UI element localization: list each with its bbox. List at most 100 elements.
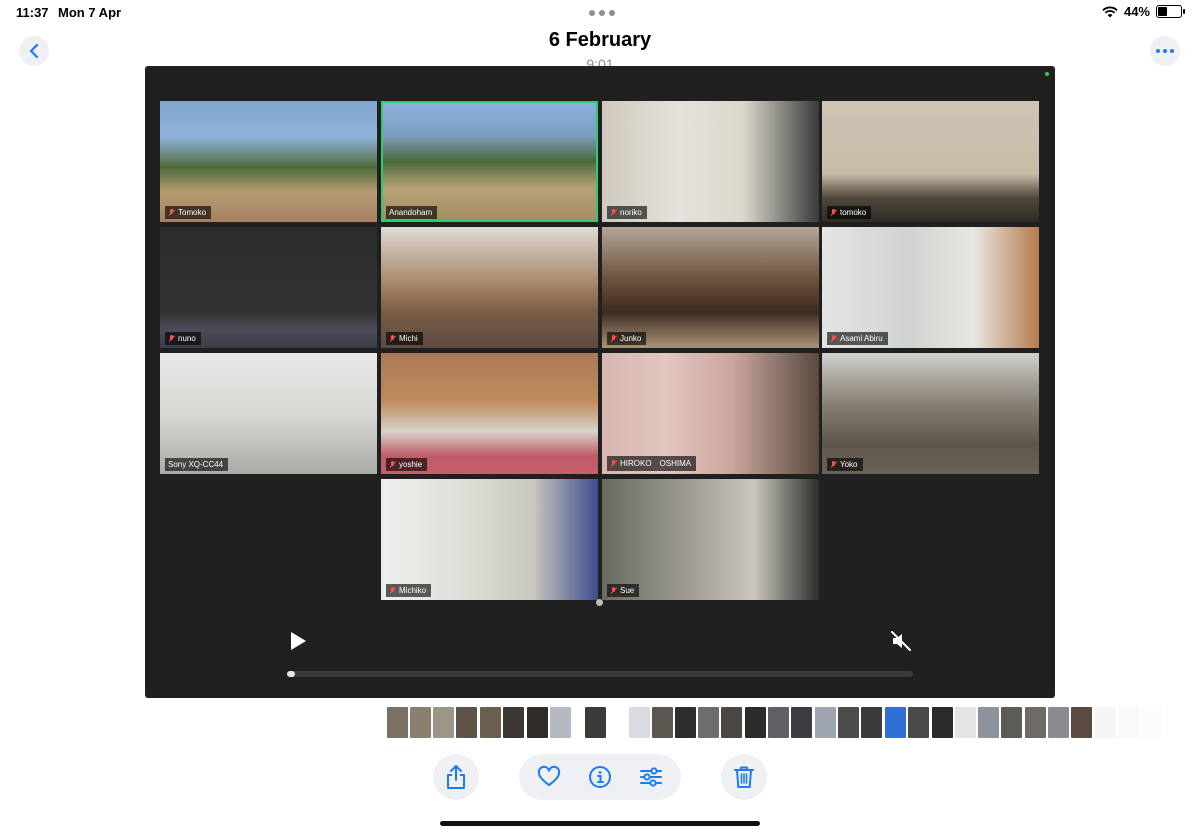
heart-icon — [537, 765, 561, 786]
filmstrip-thumbnail[interactable] — [885, 707, 906, 738]
filmstrip-thumbnail[interactable] — [1141, 707, 1162, 738]
filmstrip-thumbnail[interactable] — [503, 707, 524, 738]
recording-indicator — [1045, 72, 1049, 76]
participant-name: Asami Abiru — [840, 334, 883, 343]
filmstrip-thumbnail[interactable] — [1071, 707, 1092, 738]
participant-tile: Asami Abiru — [822, 227, 1039, 348]
filmstrip-thumbnail[interactable] — [791, 707, 812, 738]
favorite-button[interactable] — [537, 765, 561, 789]
participant-name: Tomoko — [178, 208, 207, 217]
participant-name-label: tomoko — [827, 206, 872, 219]
filmstrip-thumbnail[interactable] — [433, 707, 454, 738]
filmstrip-thumbnail[interactable] — [585, 707, 606, 738]
mic-muted-icon — [830, 460, 837, 469]
participant-name: Michi — [399, 334, 418, 343]
participant-tile: Anandoham — [381, 101, 598, 222]
participant-tile: HIROKO OSHIMA — [602, 353, 819, 474]
filmstrip-thumbnail[interactable] — [1025, 707, 1046, 738]
playback-progress-fill — [287, 671, 296, 677]
participant-name: Junko — [620, 334, 642, 343]
mic-muted-icon — [168, 334, 175, 343]
participant-tile: Yoko — [822, 353, 1039, 474]
participant-tile: Junko — [602, 227, 819, 348]
adjust-button[interactable] — [639, 765, 663, 789]
scrub-handle[interactable] — [596, 599, 603, 606]
filmstrip-thumbnail[interactable] — [955, 707, 976, 738]
mic-muted-icon — [610, 208, 617, 217]
filmstrip-thumbnail[interactable] — [861, 707, 882, 738]
participant-name: Sony XQ-CC44 — [168, 460, 224, 469]
filmstrip-thumbnail[interactable] — [1048, 707, 1069, 738]
filmstrip-thumbnail[interactable] — [932, 707, 953, 738]
participant-name: Sue — [620, 586, 635, 595]
share-button[interactable] — [433, 754, 479, 800]
filmstrip-thumbnail[interactable] — [978, 707, 999, 738]
more-button[interactable] — [1150, 36, 1180, 66]
info-icon — [589, 766, 611, 788]
mic-muted-icon — [389, 460, 396, 469]
filmstrip-thumbnail[interactable] — [456, 707, 477, 738]
participant-name: Yoko — [840, 460, 858, 469]
filmstrip-thumbnail[interactable] — [527, 707, 548, 738]
filmstrip-thumbnail[interactable] — [480, 707, 501, 738]
battery-icon — [1156, 5, 1185, 18]
participant-name-label: noriko — [607, 206, 647, 219]
filmstrip-thumbnail[interactable] — [1001, 707, 1022, 738]
participant-tile: nuno — [160, 227, 377, 348]
trash-icon — [734, 766, 754, 788]
filmstrip-thumbnail[interactable] — [1095, 707, 1116, 738]
participant-name-label: Sony XQ-CC44 — [165, 458, 229, 471]
participant-tile: Michiko — [381, 479, 598, 600]
battery-percent: 44% — [1123, 4, 1150, 19]
sliders-icon — [640, 767, 662, 787]
filmstrip-thumbnail[interactable] — [550, 707, 571, 738]
participant-name: tomoko — [840, 208, 867, 217]
participant-name-label: Sue — [607, 584, 640, 597]
mic-muted-icon — [610, 459, 617, 468]
ellipsis-icon — [1156, 49, 1174, 53]
delete-button[interactable] — [721, 754, 767, 800]
participant-name-label: Yoko — [827, 458, 863, 471]
playback-progress-bar[interactable] — [287, 671, 913, 677]
participant-name: Anandoham — [389, 208, 433, 217]
participant-name-label: Junko — [607, 332, 647, 345]
participant-name-label: Asami Abiru — [827, 332, 888, 345]
video-player[interactable]: Tomoko Anandoham noriko tomoko nuno Michi Junk… — [145, 66, 1055, 698]
filmstrip-thumbnail[interactable] — [1118, 707, 1139, 738]
page-title: 6 February — [548, 29, 652, 51]
thumbnail-filmstrip[interactable] — [0, 707, 1200, 738]
filmstrip-thumbnail[interactable] — [815, 707, 836, 738]
participant-name: noriko — [620, 208, 642, 217]
mute-button[interactable] — [889, 629, 913, 653]
play-button[interactable] — [285, 629, 309, 653]
filmstrip-thumbnail[interactable] — [675, 707, 696, 738]
participant-name-label: Tomoko — [165, 206, 212, 219]
status-bar: 11:37 Mon 7 Apr 44% — [0, 0, 1200, 26]
home-indicator[interactable] — [440, 821, 760, 826]
filmstrip-thumbnail[interactable] — [410, 707, 431, 738]
filmstrip-thumbnail[interactable] — [721, 707, 742, 738]
participant-name: HIROKO OSHIMA — [620, 459, 692, 468]
participant-tile: noriko — [602, 101, 819, 222]
participant-name-label: yoshie — [386, 458, 428, 471]
participant-tile: Sue — [602, 479, 819, 600]
participant-name-label: nuno — [165, 332, 201, 345]
participant-tile: Tomoko — [160, 101, 377, 222]
action-toolbar — [519, 754, 681, 800]
info-button[interactable] — [588, 765, 612, 789]
filmstrip-thumbnail[interactable] — [908, 707, 929, 738]
filmstrip-thumbnail[interactable] — [387, 707, 408, 738]
filmstrip-thumbnail[interactable] — [629, 707, 650, 738]
multitasking-dots-icon[interactable] — [589, 10, 615, 16]
status-date: Mon 7 Apr — [58, 5, 122, 20]
filmstrip-thumbnail[interactable] — [745, 707, 766, 738]
participant-tile: Michi — [381, 227, 598, 348]
filmstrip-thumbnail[interactable] — [652, 707, 673, 738]
filmstrip-thumbnail[interactable] — [838, 707, 859, 738]
speaker-muted-icon — [891, 631, 911, 651]
filmstrip-thumbnail[interactable] — [698, 707, 719, 738]
filmstrip-thumbnail[interactable] — [768, 707, 789, 738]
mic-muted-icon — [389, 586, 396, 595]
mic-muted-icon — [168, 208, 175, 217]
participant-name-label: Anandoham — [386, 206, 438, 219]
